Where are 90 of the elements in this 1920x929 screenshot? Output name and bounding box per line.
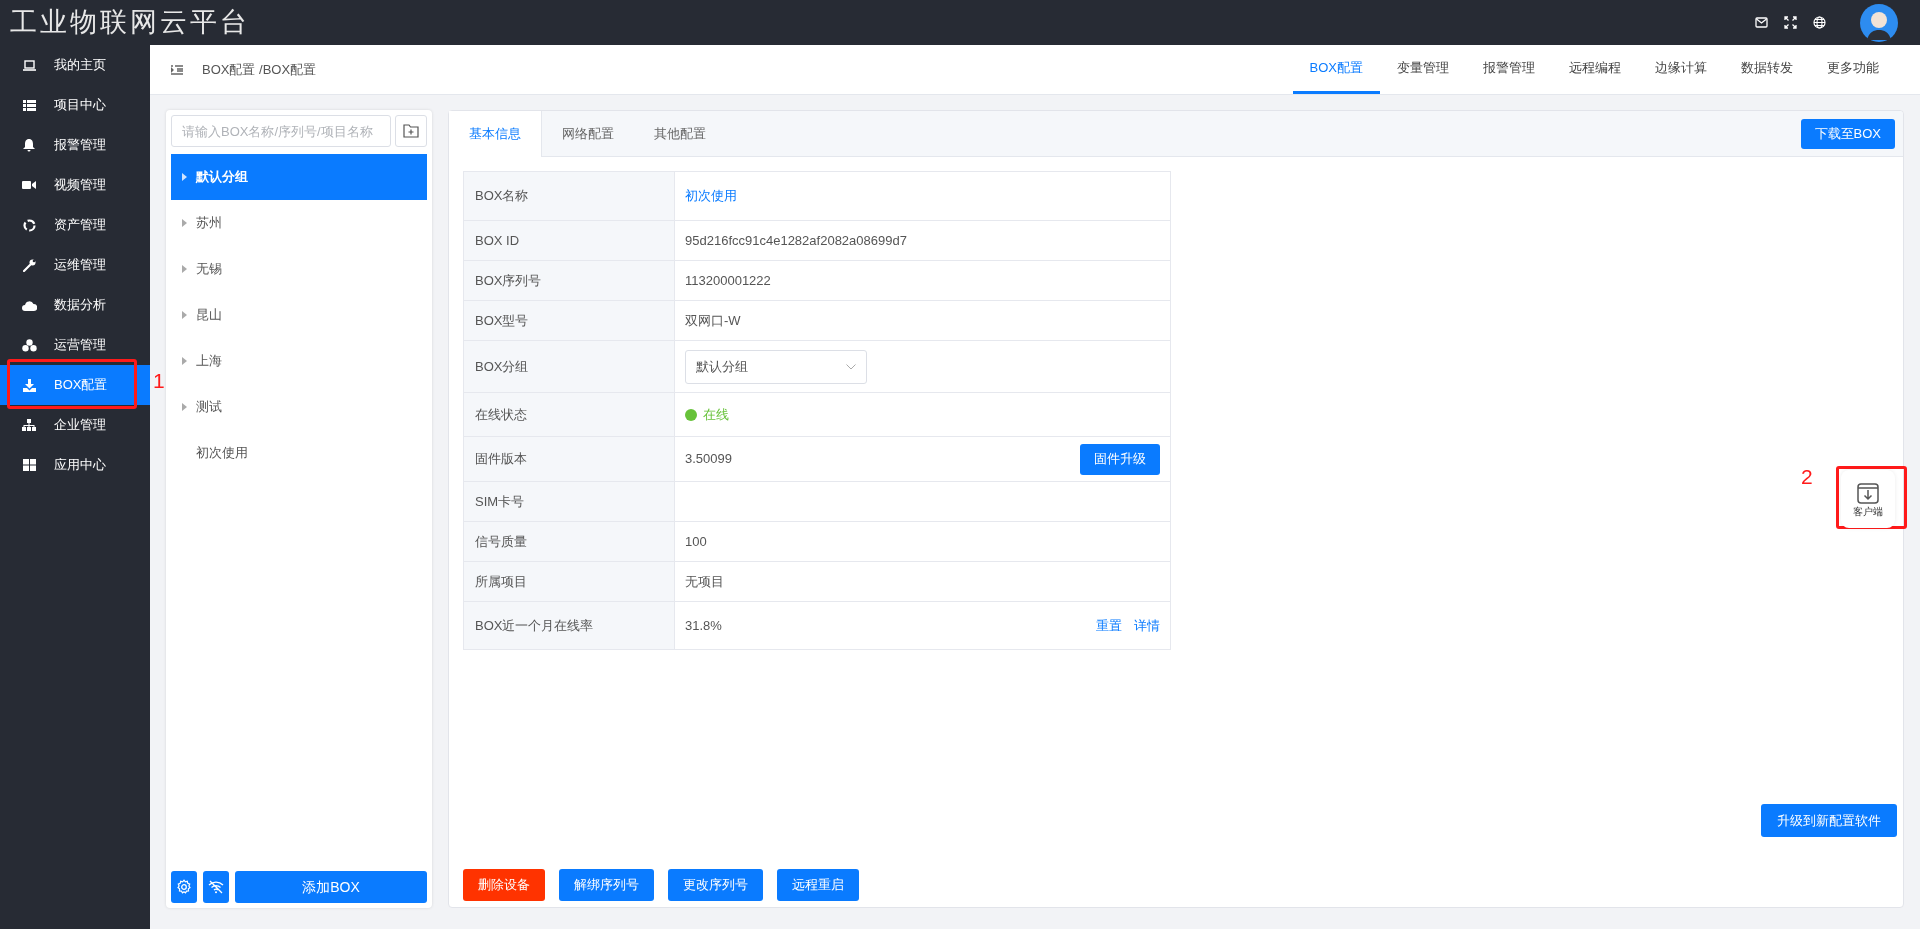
mail-icon[interactable] [1755,17,1768,28]
download-to-box-button[interactable]: 下载至BOX [1800,118,1895,149]
action-link[interactable]: 重置 [1096,615,1122,636]
sidebar-item[interactable]: 运营管理 [0,325,150,365]
settings-icon [176,879,192,895]
grid-icon [22,459,36,471]
globe-icon[interactable] [1813,16,1826,29]
cubes-icon [21,338,37,352]
row-label: BOX ID [464,221,675,260]
wifi-off-icon [208,880,224,894]
nav-tab[interactable]: 报警管理 [1466,45,1552,94]
action-button[interactable]: 解绑序列号 [559,869,654,901]
row-label: 信号质量 [464,522,675,561]
detail-tab[interactable]: 基本信息 [449,111,542,157]
row-value: 31.8% [685,616,722,635]
row-label: SIM卡号 [464,482,675,521]
download-box-icon [1856,481,1880,505]
list-icon [22,99,36,111]
group-item[interactable]: 初次使用 [171,430,427,476]
status-text: 在线 [703,405,729,424]
bell-icon [23,138,35,152]
sidebar-item[interactable]: 项目中心 [0,85,150,125]
row-label: BOX分组 [464,341,675,392]
delete-button[interactable]: 删除设备 [463,869,545,901]
detail-tab[interactable]: 其他配置 [634,111,726,156]
sidebar-item[interactable]: 资产管理 [0,205,150,245]
menu-icon[interactable] [171,64,183,75]
row-label: BOX名称 [464,172,675,220]
fullscreen-icon[interactable] [1784,16,1797,29]
sidebar-item[interactable]: 企业管理 [0,405,150,445]
search-field[interactable]: 请输入BOX名称/序列号/项目名称 [171,115,391,147]
row-value: 113200001222 [685,271,771,290]
sidebar-item[interactable]: 应用中心 [0,445,150,485]
new-folder-button[interactable] [395,115,427,147]
avatar[interactable] [1860,3,1898,42]
nav-tab[interactable]: 数据转发 [1724,45,1810,94]
sidebar-item[interactable]: 我的主页 [0,45,150,85]
row-value: 100 [685,532,707,551]
row-label: 所属项目 [464,562,675,601]
row-value: 双网口-W [685,311,741,330]
settings-button[interactable] [171,871,197,903]
action-button[interactable]: 远程重启 [777,869,859,901]
group-select[interactable]: 默认分组 [685,349,867,384]
folder-plus-icon [403,124,419,138]
action-button[interactable]: 更改序列号 [668,869,763,901]
row-label: 固件版本 [464,437,675,481]
recycle-icon [22,218,36,232]
download-icon [22,378,36,392]
row-label: BOX型号 [464,301,675,340]
row-label: 在线状态 [464,393,675,436]
wifi-off-button[interactable] [203,871,229,903]
row-value: 95d216fcc91c4e1282af2082a08699d7 [685,231,907,250]
nav-tab[interactable]: 变量管理 [1380,45,1466,94]
row-label: BOX序列号 [464,261,675,300]
sidebar-item[interactable]: 报警管理 [0,125,150,165]
org-chart-icon [22,419,36,431]
annotation-frame [1836,466,1907,529]
video-camera-icon [22,180,36,190]
nav-tab[interactable]: BOX配置 [1292,45,1380,94]
cloud-chart-icon [21,299,37,311]
row-label: BOX近一个月在线率 [464,602,675,649]
upgrade-software-button[interactable]: 升级到新配置软件 [1761,804,1897,837]
group-item[interactable]: 昆山 [171,292,427,338]
nav-tab[interactable]: 更多功能 [1810,45,1896,94]
sidebar-item[interactable]: 视频管理 [0,165,150,205]
row-value: 无项目 [685,572,724,591]
group-item[interactable]: 无锡 [171,246,427,292]
annotation-number: 2 [1801,466,1813,487]
group-item[interactable]: 上海 [171,338,427,384]
annotation-number: 1 [153,370,165,391]
detail-tab[interactable]: 网络配置 [542,111,634,156]
box-name-link[interactable]: 初次使用 [685,186,737,206]
sidebar-item[interactable]: 数据分析 [0,285,150,325]
app-title: 工业物联网云平台 [10,6,250,40]
group-item[interactable]: 默认分组 [171,154,427,200]
add-box-button[interactable]: 添加BOX [235,871,427,903]
client-download-button[interactable]: 客户端 [1841,470,1895,528]
laptop-icon [22,59,36,71]
group-item[interactable]: 测试 [171,384,427,430]
row-value: 3.50099 [685,450,732,469]
chevron-down-icon [846,363,856,370]
group-item[interactable]: 苏州 [171,200,427,246]
nav-tab[interactable]: 边缘计算 [1638,45,1724,94]
sidebar-item[interactable]: BOX配置 [0,365,150,405]
action-link[interactable]: 详情 [1134,615,1160,636]
breadcrumb: BOX配置 /BOX配置 [202,60,317,79]
firmware-upgrade-button[interactable]: 固件升级 [1080,443,1160,475]
sidebar-item[interactable]: 运维管理 [0,245,150,285]
nav-tab[interactable]: 远程编程 [1552,45,1638,94]
wrench-icon [22,258,36,272]
